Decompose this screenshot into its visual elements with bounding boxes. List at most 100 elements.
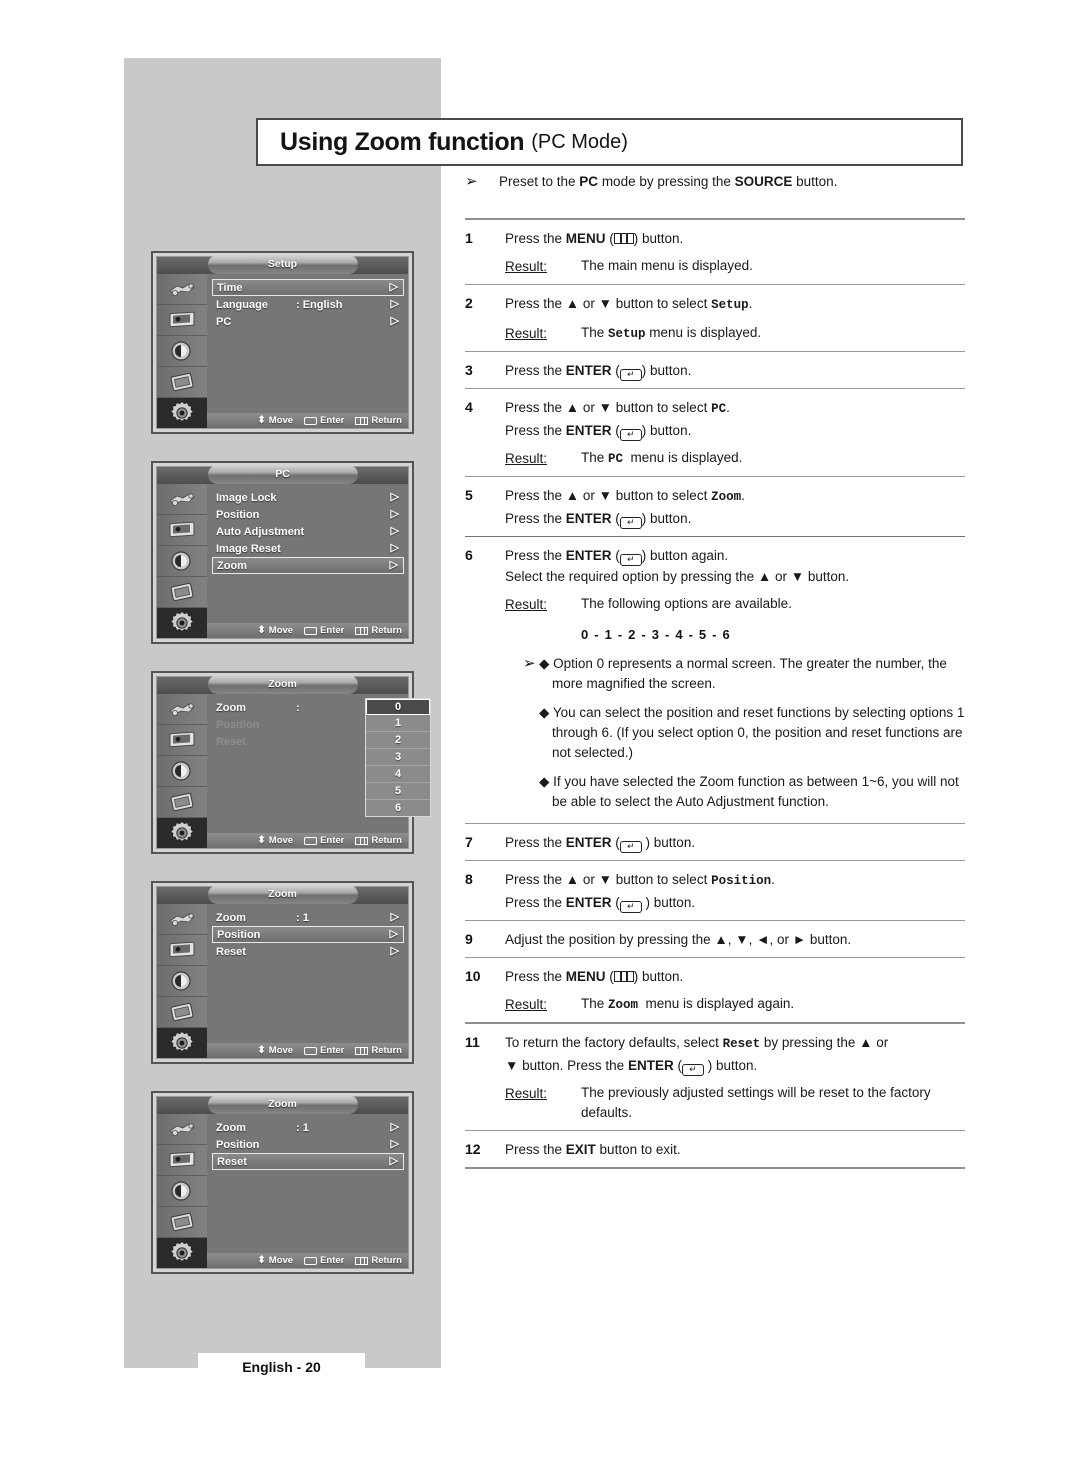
step-5: 5 Press the ▲ or ▼ button to select Zoom…: [465, 477, 965, 536]
osd-row-list: Zoom: 1 ▷ Position ▷ Reset ▷: [207, 904, 408, 960]
osd-row-reset[interactable]: Reset ▷: [212, 1153, 404, 1170]
osd-sidebar-picture-icon[interactable]: [157, 305, 207, 336]
osd-screen: Setup Time ▷ Language: English ▷ PC ▷ ⬍ Move Ente…: [156, 255, 409, 429]
zoom-options-line: 0 - 1 - 2 - 3 - 4 - 5 - 6: [581, 627, 731, 642]
step-body: Adjust the position by pressing the ▲, ▼…: [505, 932, 852, 947]
osd-row-reset[interactable]: Reset ▷: [212, 943, 404, 960]
osd-sidebar-picture-icon[interactable]: [157, 515, 207, 546]
result-text: The main menu is displayed.: [581, 258, 753, 273]
note-item: ◆ If you have selected the Zoom function…: [539, 774, 959, 809]
osd-sidebar-picture-icon[interactable]: [157, 725, 207, 756]
osd-title-bar: Setup: [157, 255, 408, 274]
osd-footer-hints: ⬍ Move Enter Return: [207, 1043, 408, 1058]
osd-sidebar-channel-icon[interactable]: [157, 367, 207, 398]
osd-sidebar-input-source-icon[interactable]: [157, 274, 207, 305]
osd-title: Zoom: [207, 885, 358, 904]
osd-row-position[interactable]: Position ▷: [212, 1136, 404, 1153]
osd-zoom-option-list[interactable]: 0123456: [365, 698, 431, 817]
osd-sidebar-setup-gear-icon[interactable]: [157, 608, 207, 638]
osd-sidebar: [157, 694, 207, 848]
osd-sidebar-sound-icon[interactable]: [157, 756, 207, 787]
menu-key-icon: [355, 1256, 369, 1265]
osd-hint-enter: Enter: [304, 625, 344, 636]
osd-sidebar-channel-icon[interactable]: [157, 787, 207, 818]
osd-sidebar-setup-gear-icon[interactable]: [157, 398, 207, 428]
osd-zoom-option[interactable]: 3: [366, 749, 430, 766]
osd-sidebar-input-source-icon[interactable]: [157, 484, 207, 515]
osd-row-position[interactable]: Position ▷: [212, 926, 404, 943]
chevron-right-icon: ▷: [389, 928, 398, 940]
enter-key-icon: [304, 416, 318, 425]
osd-screenshot-zoom-reset: Zoom Zoom: 1 ▷ Position ▷ Reset ▷ ⬍ Move Enter Ret…: [151, 1091, 414, 1274]
osd-zoom-option[interactable]: 5: [366, 783, 430, 800]
step-number: 4: [465, 399, 473, 415]
osd-sidebar-channel-icon[interactable]: [157, 1207, 207, 1238]
osd-row-pc[interactable]: PC ▷: [212, 313, 404, 330]
osd-row-image-reset[interactable]: Image Reset ▷: [212, 540, 404, 557]
osd-row-zoom[interactable]: Zoom: 1 ▷: [212, 909, 404, 926]
updown-arrow-icon: ⬍: [257, 1254, 266, 1266]
osd-row-image-lock[interactable]: Image Lock ▷: [212, 489, 404, 506]
osd-footer-hints: ⬍ Move Enter Return: [207, 623, 408, 638]
step-body: Press the ▲ or ▼ button to select Setup.…: [505, 293, 965, 344]
osd-sidebar-input-source-icon[interactable]: [157, 904, 207, 935]
osd-zoom-option[interactable]: 2: [366, 732, 430, 749]
step-12: 12 Press the EXIT button to exit.: [465, 1131, 965, 1167]
osd-hint-move: ⬍ Move: [257, 624, 294, 636]
osd-row-zoom[interactable]: Zoom ▷: [212, 557, 404, 574]
enter-key-icon: [304, 1256, 318, 1265]
osd-row-time[interactable]: Time ▷: [212, 279, 404, 296]
osd-sidebar-sound-icon[interactable]: [157, 546, 207, 577]
osd-hint-move: ⬍ Move: [257, 1254, 294, 1266]
osd-content: Zoom: 1 ▷ Position ▷ Reset ▷ ⬍ Move Enter Return: [207, 904, 408, 1058]
osd-sidebar-sound-icon[interactable]: [157, 1176, 207, 1207]
osd-sidebar-setup-gear-icon[interactable]: [157, 1238, 207, 1268]
osd-sidebar-input-source-icon[interactable]: [157, 694, 207, 725]
osd-sidebar-input-source-icon[interactable]: [157, 1114, 207, 1145]
osd-row-position[interactable]: Position ▷: [212, 506, 404, 523]
chevron-right-icon: ▷: [390, 911, 399, 923]
osd-sidebar-sound-icon[interactable]: [157, 966, 207, 997]
osd-title-bar: Zoom: [157, 1095, 408, 1114]
menu-key-icon: [355, 626, 369, 635]
osd-row-label: Position: [216, 718, 260, 731]
menu-key-icon: [613, 971, 634, 982]
osd-zoom-option[interactable]: 0: [366, 699, 430, 715]
osd-screenshot-setup-menu: Setup Time ▷ Language: English ▷ PC ▷ ⬍ Move Ente…: [151, 251, 414, 434]
osd-zoom-option[interactable]: 4: [366, 766, 430, 783]
step-6-notes: ➢ ◆ Option 0 represents a normal screen.…: [505, 654, 965, 812]
osd-row-value: : 1: [296, 1121, 309, 1134]
menu-key-icon: [613, 233, 634, 244]
osd-row-label: Position: [216, 1138, 260, 1151]
osd-zoom-option[interactable]: 6: [366, 800, 430, 816]
osd-row-label: Auto Adjustment: [216, 525, 305, 538]
osd-sidebar-picture-icon[interactable]: [157, 935, 207, 966]
osd-sidebar-picture-icon[interactable]: [157, 1145, 207, 1176]
chevron-right-icon: ▷: [389, 559, 398, 571]
step-number: 8: [465, 871, 473, 887]
result-text: The previously adjusted settings will be…: [581, 1085, 931, 1120]
osd-sidebar-channel-icon[interactable]: [157, 577, 207, 608]
page-number-label: English - 20: [242, 1359, 321, 1375]
step-number: 1: [465, 230, 473, 246]
osd-sidebar-setup-gear-icon[interactable]: [157, 818, 207, 848]
osd-sidebar-setup-gear-icon[interactable]: [157, 1028, 207, 1058]
updown-arrow-icon: ⬍: [257, 414, 266, 426]
osd-row-list: Image Lock ▷ Position ▷ Auto Adjustment ▷ Imag…: [207, 484, 408, 574]
osd-content: Time ▷ Language: English ▷ PC ▷ ⬍ Move Enter Retu…: [207, 274, 408, 428]
osd-sidebar-channel-icon[interactable]: [157, 997, 207, 1028]
step-body: Press the ENTER (↵) button.: [505, 363, 692, 381]
osd-row-label: Position: [217, 928, 261, 941]
bullet-arrow-icon: ➢: [523, 655, 536, 672]
step-body: Press the ▲ or ▼ button to select PC. Pr…: [505, 397, 965, 469]
osd-row-zoom[interactable]: Zoom: 1 ▷: [212, 1119, 404, 1136]
osd-row-language[interactable]: Language: English ▷: [212, 296, 404, 313]
osd-hint-enter: Enter: [304, 835, 344, 846]
osd-sidebar-sound-icon[interactable]: [157, 336, 207, 367]
result-text: The following options are available.: [581, 596, 792, 611]
chevron-right-icon: ▷: [390, 542, 399, 554]
osd-row-auto-adjustment[interactable]: Auto Adjustment ▷: [212, 523, 404, 540]
osd-screen: Zoom Zoom: 1 ▷ Position ▷ Reset ▷ ⬍ Move Enter Ret…: [156, 885, 409, 1059]
step-number: 11: [465, 1034, 480, 1050]
osd-zoom-option[interactable]: 1: [366, 715, 430, 732]
